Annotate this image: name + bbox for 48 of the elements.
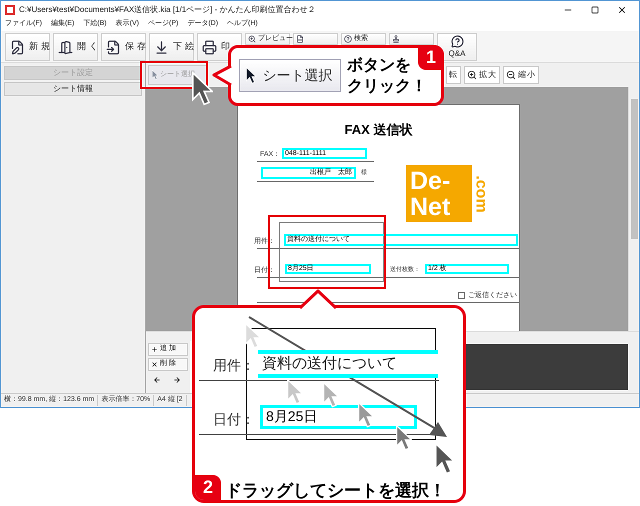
- maximize-icon[interactable]: [591, 6, 599, 14]
- callout-text: ドラッグしてシートを選択！: [225, 480, 446, 500]
- speech-bubble-icon: [450, 34, 464, 48]
- document-arrow-icon: [106, 40, 121, 54]
- cursor-icon: [152, 70, 158, 80]
- down-arrow-icon: [154, 40, 169, 54]
- toolbar-button[interactable]: 新規: [5, 33, 50, 61]
- toolbar-button[interactable]: [293, 33, 338, 45]
- cursor-icon: [245, 323, 262, 349]
- cursor-icon: [396, 425, 412, 451]
- pen-document-icon: [10, 40, 25, 54]
- printer-icon: [202, 40, 217, 54]
- cross-icon: [151, 361, 158, 368]
- door-icon: [58, 40, 73, 54]
- spreadsheet-icon: [296, 35, 304, 43]
- close-icon[interactable]: [617, 4, 627, 14]
- app-icon: [5, 4, 15, 14]
- checkbox[interactable]: [458, 292, 465, 299]
- plus-icon: [151, 346, 158, 353]
- zoom-out-icon: [506, 70, 516, 80]
- cursor-icon: [323, 382, 340, 408]
- window-title: C:¥Users¥test¥Documents¥FAX送信状.kia [1/1ページ] - かんたん印刷位置合わせ２: [19, 4, 316, 16]
- arrow-right-icon: [173, 376, 181, 384]
- cursor-icon: [358, 402, 374, 428]
- magnifier-icon: [248, 35, 256, 43]
- toolbar-button[interactable]: [389, 33, 434, 45]
- toolbar-button[interactable]: 保存: [101, 33, 146, 61]
- step-number-badge: 1: [418, 45, 444, 70]
- step-number-badge: 2: [195, 475, 221, 500]
- cursor-icon: [246, 67, 257, 84]
- panel-tab[interactable]: シート情報: [4, 82, 142, 96]
- toolbar-button[interactable]: Q&A: [437, 33, 477, 61]
- cursor-icon: [435, 443, 455, 475]
- toolbar-button[interactable]: 開く: [53, 33, 98, 61]
- toolbar-button[interactable]: 縮小: [503, 66, 539, 84]
- button-illustration: シート選択: [239, 59, 341, 92]
- cursor-icon: [287, 379, 304, 405]
- question-icon: [344, 35, 352, 43]
- document-title: FAX 送信状: [344, 121, 414, 139]
- field-label: 用件：: [213, 356, 255, 375]
- field-label: 日付：: [213, 410, 255, 429]
- vertical-scrollbar[interactable]: [628, 87, 639, 331]
- toolbar-button[interactable]: 転: [446, 66, 461, 84]
- stamp-icon: [392, 35, 400, 43]
- arrow-left-icon: [153, 376, 161, 384]
- toolbar-button[interactable]: 拡大: [464, 66, 500, 84]
- zoom-in-icon: [467, 70, 477, 80]
- toolbar-button[interactable]: 下絵: [149, 33, 194, 61]
